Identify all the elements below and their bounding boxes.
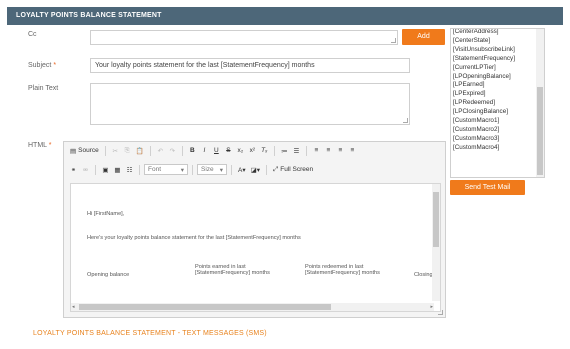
scroll-thumb[interactable]	[537, 87, 543, 175]
maximize-icon: ⤢	[273, 165, 279, 173]
paste-icon[interactable]: 📋	[134, 145, 146, 156]
add-button[interactable]: Add	[402, 29, 445, 45]
resize-grip-icon[interactable]	[391, 38, 396, 43]
align-left-icon[interactable]: ≡	[311, 145, 322, 156]
link-icon[interactable]: ⚭	[68, 164, 79, 175]
size-dropdown[interactable]: Size ▾	[197, 164, 227, 175]
resize-grip-icon[interactable]	[438, 310, 443, 315]
source-button[interactable]: ▤ Source	[68, 145, 101, 156]
separator	[95, 164, 96, 175]
scroll-left-icon[interactable]: ◂	[72, 304, 75, 310]
full-screen-button[interactable]: ⤢ Full Screen	[271, 164, 315, 175]
token-item[interactable]: [CustomMacro4]	[453, 144, 536, 153]
font-dropdown[interactable]: Font ▾	[144, 164, 188, 175]
plain-text-label: Plain Text	[28, 85, 59, 92]
separator	[192, 164, 193, 175]
italic-icon[interactable]: I	[199, 145, 210, 156]
separator	[266, 164, 268, 175]
plain-text-field[interactable]	[90, 83, 410, 125]
underline-icon[interactable]: U	[211, 145, 222, 156]
subject-field[interactable]: Your loyalty points statement for the la…	[90, 58, 410, 73]
separator	[305, 145, 307, 156]
separator	[149, 145, 151, 156]
table-icon[interactable]: ▦	[112, 164, 123, 175]
background-color-icon[interactable]: ◪▾	[249, 164, 262, 175]
editor-horizontal-scrollbar[interactable]: ◂ ▸	[71, 303, 434, 311]
justify-icon[interactable]: ≡	[347, 145, 358, 156]
subscript-icon[interactable]: x₂	[235, 145, 246, 156]
column-points-earned: Points earned in last [StatementFrequency…	[195, 264, 270, 276]
cut-icon[interactable]: ✂	[110, 145, 121, 156]
horizontal-rule-icon[interactable]: ☷	[124, 164, 135, 175]
scroll-right-icon[interactable]: ▸	[430, 304, 433, 310]
separator	[139, 164, 140, 175]
editor-content-area[interactable]: Hi [FirstName], Here's your loyalty poin…	[70, 183, 441, 312]
align-right-icon[interactable]: ≡	[335, 145, 346, 156]
token-item[interactable]: [CenterState]	[453, 37, 536, 46]
resize-grip-icon[interactable]	[403, 118, 408, 123]
greeting-text: Hi [FirstName],	[87, 211, 125, 217]
token-item[interactable]: [StatementFrequency]	[453, 55, 536, 64]
send-test-mail-button[interactable]: Send Test Mail	[450, 180, 525, 195]
section-header: LOYALTY POINTS BALANCE STATEMENT	[7, 7, 563, 25]
intro-text: Here's your loyalty points balance state…	[87, 235, 301, 241]
token-item[interactable]: [LPRedeemed]	[453, 99, 536, 108]
token-item[interactable]: [CustomMacro1]	[453, 117, 536, 126]
strikethrough-icon[interactable]: S	[223, 145, 234, 156]
copy-icon[interactable]: ⎘	[122, 145, 133, 156]
sms-section-title[interactable]: LOYALTY POINTS BALANCE STATEMENT - TEXT …	[33, 330, 267, 337]
token-item[interactable]: [CustomMacro2]	[453, 126, 536, 135]
bold-icon[interactable]: B	[187, 145, 198, 156]
scroll-thumb[interactable]	[79, 304, 331, 310]
bulleted-list-icon[interactable]: ☰	[291, 145, 302, 156]
unlink-icon[interactable]: ⚮	[80, 164, 91, 175]
numbered-list-icon[interactable]: ≔	[279, 145, 290, 156]
editor-toolbar-row-2: ⚭ ⚮ ▣ ▦ ☷ Font ▾ Size ▾ A▾ ◪▾ ⤢ Full Screen	[68, 163, 315, 176]
undo-icon[interactable]: ↶	[155, 145, 166, 156]
token-item[interactable]: [CurrentLPTier]	[453, 64, 536, 73]
text-color-icon[interactable]: A▾	[236, 164, 248, 175]
separator	[104, 145, 106, 156]
image-icon[interactable]: ▣	[100, 164, 111, 175]
separator	[273, 145, 275, 156]
chevron-down-icon: ▾	[219, 166, 223, 174]
token-item[interactable]: [LPOpeningBalance]	[453, 73, 536, 82]
redo-icon[interactable]: ↷	[167, 145, 178, 156]
token-item[interactable]: [CustomMacro3]	[453, 135, 536, 144]
subject-label: Subject *	[28, 62, 57, 69]
token-item[interactable]: [CenterAddress]	[453, 29, 536, 37]
chevron-down-icon: ▾	[180, 166, 184, 174]
column-points-redeemed: Points redeemed in last [StatementFrequen…	[305, 264, 380, 276]
merge-token-list[interactable]: [CenterAddress] [CenterState] [VisitUnsubs…	[450, 28, 545, 178]
source-icon: ▤	[70, 147, 77, 155]
token-item[interactable]: [LPClosingBalance]	[453, 108, 536, 117]
separator	[181, 145, 183, 156]
editor-toolbar-row-1: ▤ Source ✂ ⎘ 📋 ↶ ↷ B I U S x₂ x² Tₓ ≔ ☰ ≡…	[68, 144, 358, 157]
editor-vertical-scrollbar[interactable]	[432, 184, 440, 301]
html-label: HTML *	[28, 142, 52, 149]
separator	[231, 164, 232, 175]
cc-label: Cc	[28, 31, 37, 38]
token-item[interactable]: [LPExpired]	[453, 90, 536, 99]
align-center-icon[interactable]: ≡	[323, 145, 334, 156]
token-item[interactable]: [LPEarned]	[453, 81, 536, 90]
remove-format-icon[interactable]: Tₓ	[259, 145, 270, 156]
html-editor[interactable]: ▤ Source ✂ ⎘ 📋 ↶ ↷ B I U S x₂ x² Tₓ ≔ ☰ ≡…	[63, 141, 446, 318]
token-list-scrollbar[interactable]	[536, 29, 544, 177]
column-opening-balance: Opening balance	[87, 272, 130, 278]
token-list-items: [CenterAddress] [CenterState] [VisitUnsubs…	[453, 29, 536, 153]
cc-field[interactable]	[90, 30, 398, 45]
scroll-thumb[interactable]	[433, 192, 439, 247]
superscript-icon[interactable]: x²	[247, 145, 258, 156]
token-item[interactable]: [VisitUnsubscribeLink]	[453, 46, 536, 55]
